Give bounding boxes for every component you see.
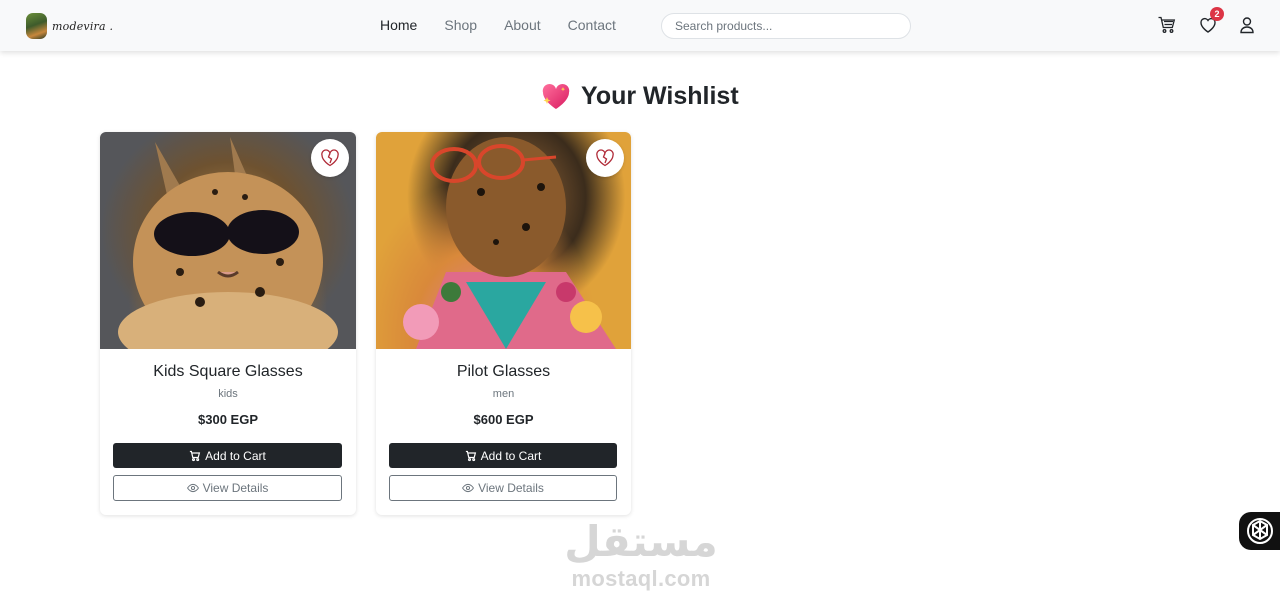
heart-break-icon (321, 149, 339, 167)
add-to-cart-button[interactable]: Add to Cart (113, 443, 342, 468)
add-to-cart-label: Add to Cart (205, 448, 266, 463)
view-details-button[interactable]: View Details (113, 475, 342, 501)
navbar: modevira . Home Shop About Contact 2 (0, 0, 1280, 51)
sparkling-heart-icon (542, 83, 570, 109)
cart-icon[interactable] (1156, 14, 1178, 36)
brand-name: modevira . (52, 19, 114, 33)
product-category: kids (218, 388, 238, 400)
nav-links: Home Shop About Contact (380, 17, 643, 33)
page-title-text: Your Wishlist (581, 82, 739, 110)
cart-icon (190, 450, 201, 461)
watermark-arabic: مستقل (564, 517, 718, 566)
nav-link-about[interactable]: About (504, 17, 541, 33)
watermark: مستقل mostaql.com (563, 516, 719, 590)
product-name: Pilot Glasses (456, 363, 551, 380)
person-icon[interactable] (1236, 14, 1258, 36)
remove-from-wishlist-button[interactable] (586, 139, 624, 177)
product-name: Kids Square Glasses (153, 363, 303, 380)
wishlist-count-badge: 2 (1210, 7, 1224, 21)
eye-icon (462, 483, 475, 493)
product-card: Pilot Glasses men $600 EGP Add to Cart V… (376, 132, 631, 515)
assistant-icon (1247, 518, 1273, 544)
search-input[interactable] (661, 13, 911, 39)
product-price: $600 EGP (473, 412, 534, 427)
brand[interactable]: modevira . (26, 13, 113, 39)
view-details-label: View Details (202, 481, 269, 495)
page-title: Your Wishlist (541, 82, 739, 111)
view-details-button[interactable]: View Details (389, 475, 617, 501)
nav-link-shop[interactable]: Shop (444, 17, 477, 33)
remove-from-wishlist-button[interactable] (311, 139, 349, 177)
nav-link-home[interactable]: Home (380, 17, 417, 33)
floating-assistant-button[interactable] (1239, 512, 1280, 550)
product-price: $300 EGP (198, 412, 258, 427)
view-details-label: View Details (478, 481, 544, 495)
product-card: Kids Square Glasses kids $300 EGP Add to… (100, 132, 356, 515)
add-to-cart-button[interactable]: Add to Cart (389, 443, 617, 468)
cart-icon (465, 450, 476, 461)
add-to-cart-label: Add to Cart (480, 448, 542, 463)
eye-icon (186, 483, 199, 493)
watermark-latin: mostaql.com (571, 566, 711, 591)
heart-break-icon (596, 149, 614, 167)
nav-link-contact[interactable]: Contact (568, 17, 616, 33)
brand-logo (26, 13, 47, 39)
product-category: men (492, 388, 515, 400)
